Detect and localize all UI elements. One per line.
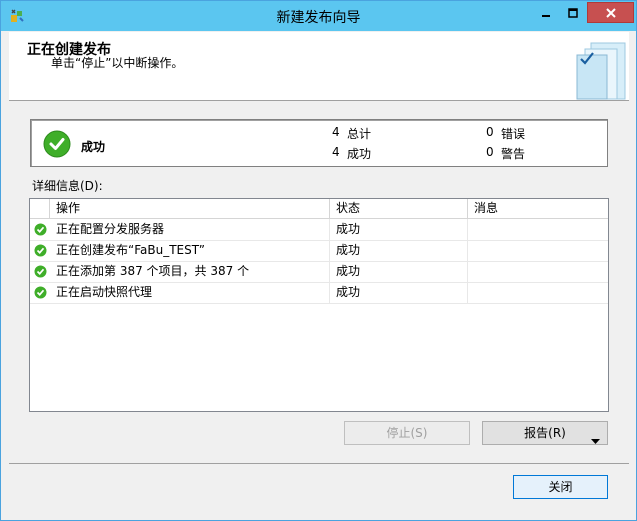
row-status: 成功 (330, 282, 468, 303)
status-label: 成功 (81, 140, 106, 154)
total-label: 总计 (347, 127, 372, 141)
page-subtitle: 单击“停止”以中断操作。 (51, 56, 184, 70)
success-count: 4 (332, 145, 340, 159)
table-row[interactable]: 正在配置分发服务器 成功 (30, 219, 608, 241)
title-bar[interactable]: 新建发布向导 (1, 1, 636, 31)
close-icon (605, 7, 616, 18)
column-header-status[interactable]: 状态 (330, 199, 468, 218)
footer-divider (9, 463, 629, 464)
error-count: 0 (486, 125, 494, 139)
check-circle-icon (34, 265, 47, 281)
status-summary-panel: 成功 4 总计 4 成功 0 错误 0 警告 (30, 119, 608, 167)
warning-count: 0 (486, 145, 494, 159)
close-button[interactable]: 关闭 (513, 475, 608, 499)
details-label: 详细信息(D): (32, 179, 103, 193)
table-row[interactable]: 正在创建发布“FaBu_TEST” 成功 (30, 240, 608, 262)
column-header-message[interactable]: 消息 (468, 199, 606, 218)
check-circle-icon (34, 286, 47, 302)
check-circle-icon (34, 223, 47, 239)
minimize-icon (542, 14, 550, 17)
row-action: 正在启动快照代理 (50, 282, 330, 303)
report-button-label: 报告(R) (524, 426, 566, 440)
total-count: 4 (332, 125, 340, 139)
error-label: 错误 (501, 127, 526, 141)
check-circle-icon (43, 130, 71, 161)
row-status: 成功 (330, 219, 468, 240)
row-message (468, 282, 606, 303)
row-action: 正在添加第 387 个项目，共 387 个 (50, 261, 330, 282)
report-button[interactable]: 报告(R) (482, 421, 608, 445)
row-status: 成功 (330, 261, 468, 282)
warning-label: 警告 (501, 147, 526, 161)
row-message (468, 240, 606, 261)
wizard-header: 正在创建发布 单击“停止”以中断操作。 (9, 32, 629, 101)
minimize-button[interactable] (532, 2, 560, 23)
table-header: 操作 状态 消息 (30, 199, 608, 219)
row-message (468, 219, 606, 240)
table-row[interactable]: 正在启动快照代理 成功 (30, 282, 608, 304)
row-action: 正在创建发布“FaBu_TEST” (50, 240, 330, 261)
wizard-window: 新建发布向导 正在创建发布 单击“停止”以中断操作。 成功 4 总计 4 成功 … (0, 0, 637, 521)
row-status: 成功 (330, 240, 468, 261)
header-icon-column (30, 199, 50, 218)
table-row[interactable]: 正在添加第 387 个项目，共 387 个 成功 (30, 261, 608, 283)
check-circle-icon (34, 244, 47, 260)
close-window-button[interactable] (587, 2, 634, 23)
dropdown-arrow-icon (591, 430, 600, 452)
maximize-icon (568, 7, 578, 18)
success-label: 成功 (347, 147, 372, 161)
row-message (468, 261, 606, 282)
details-table[interactable]: 操作 状态 消息 正在配置分发服务器 成功 正在创建发布“FaBu_TEST” … (29, 198, 609, 412)
maximize-button[interactable] (559, 2, 587, 23)
stop-button[interactable]: 停止(S) (344, 421, 470, 445)
row-action: 正在配置分发服务器 (50, 219, 330, 240)
wizard-books-icon (567, 35, 631, 101)
column-header-action[interactable]: 操作 (50, 199, 330, 218)
